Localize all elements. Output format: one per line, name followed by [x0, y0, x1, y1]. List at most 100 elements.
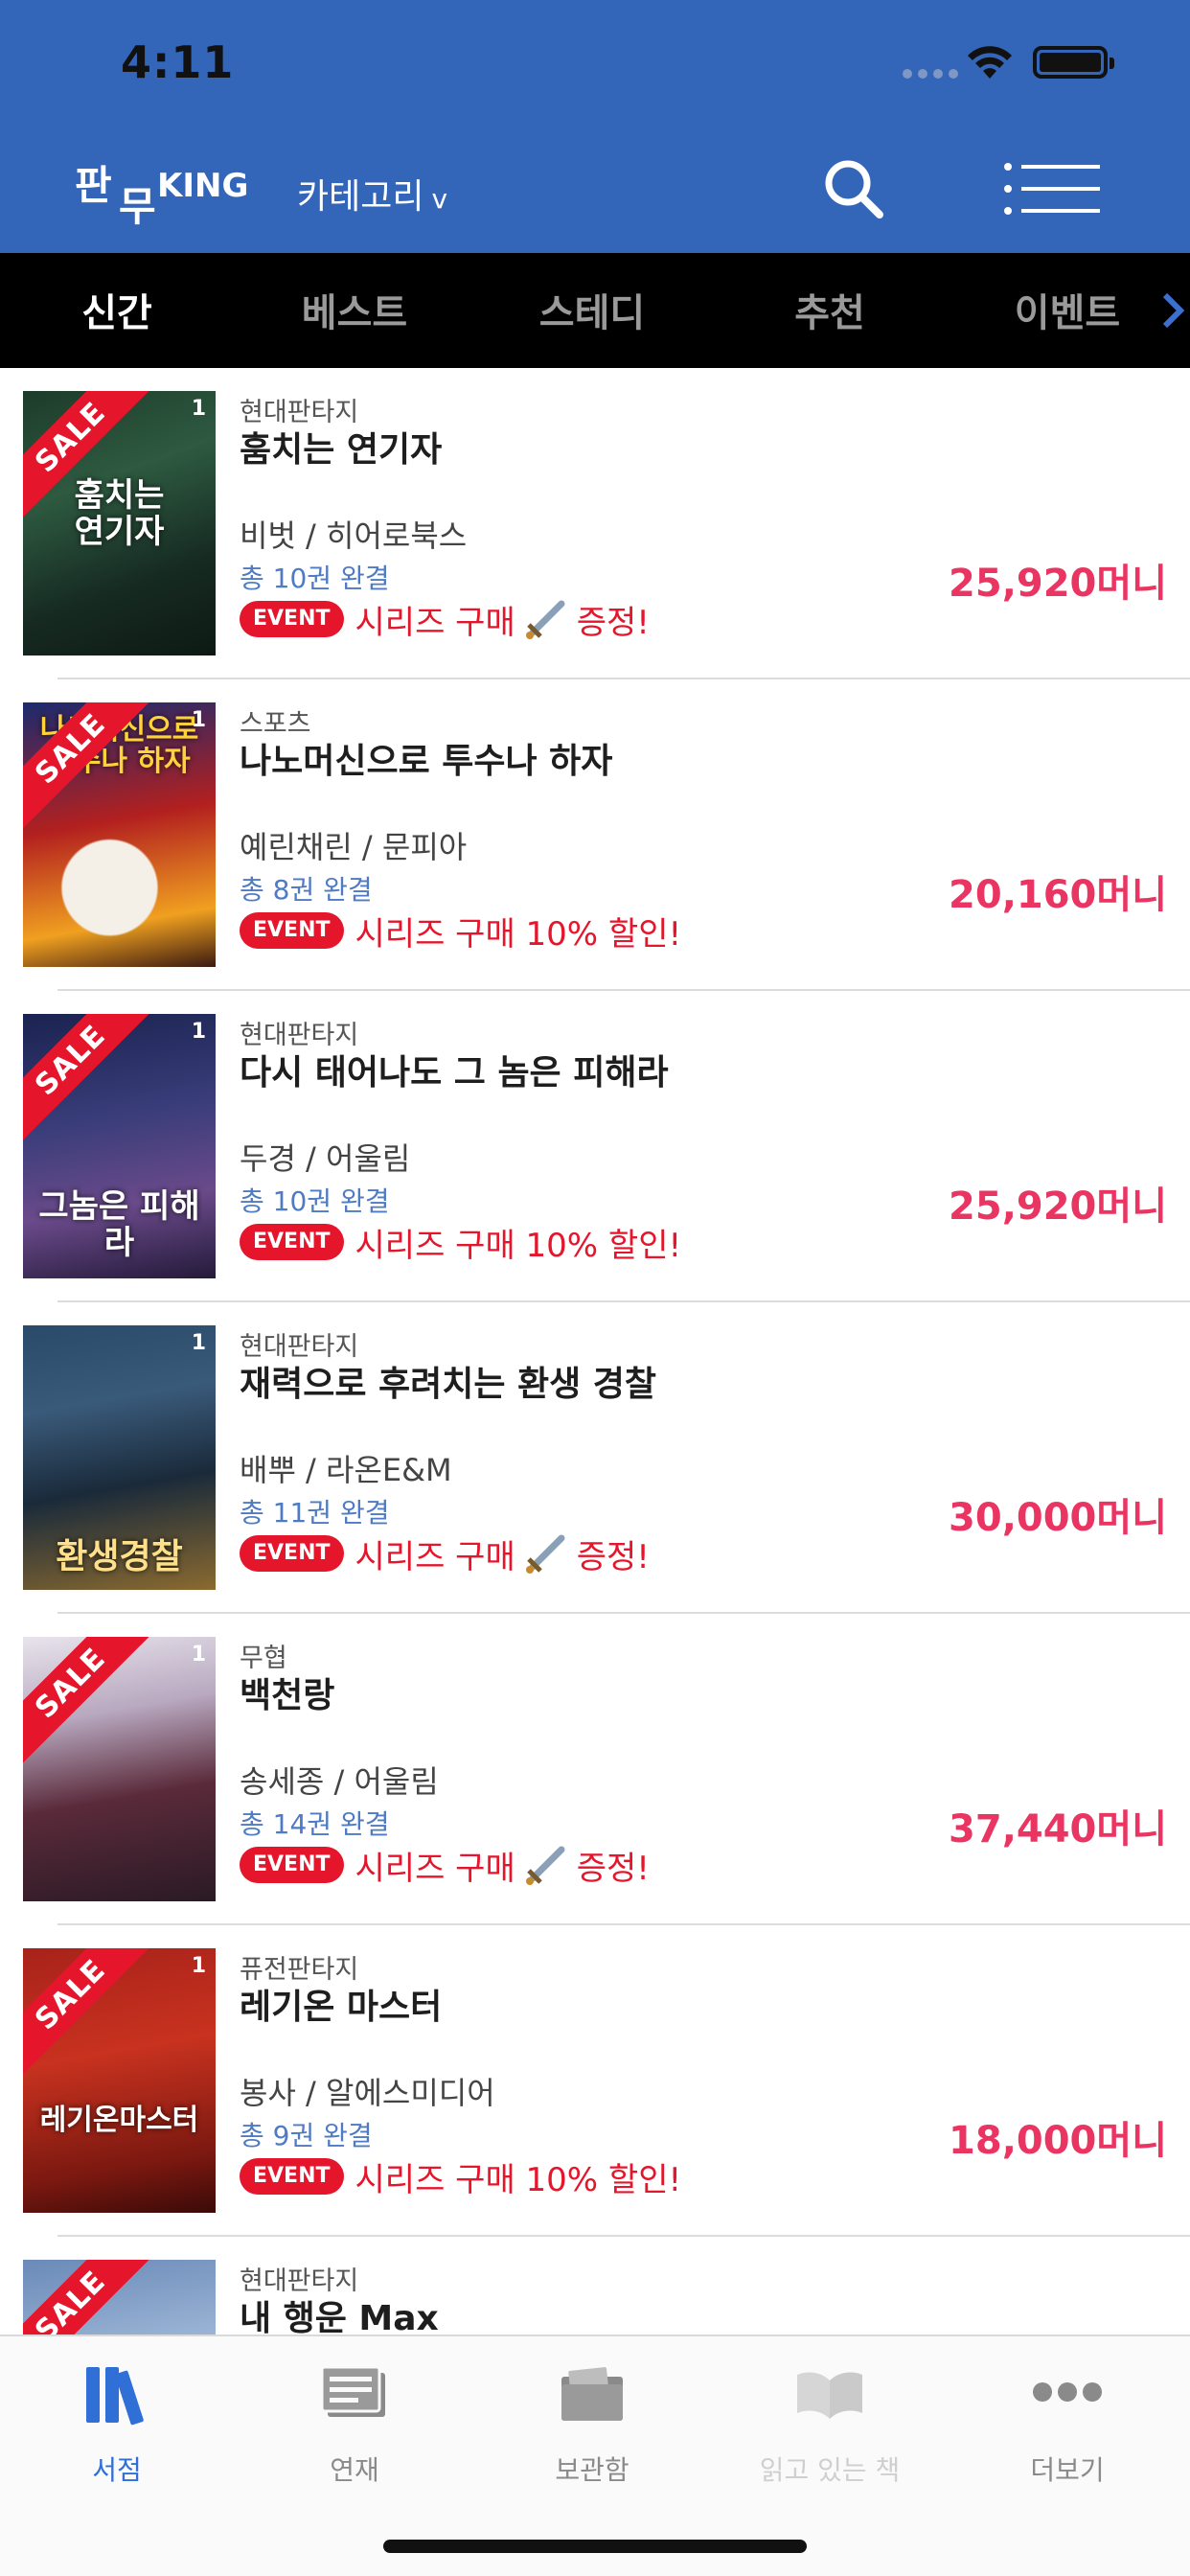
price-unit: 머니: [1096, 1184, 1167, 1229]
book-author-publisher: 비벗 / 히어로북스: [240, 518, 468, 554]
chevron-right-icon[interactable]: [1159, 289, 1186, 332]
event-badge: EVENT: [240, 912, 344, 949]
book-cover: 환생경찰 1: [23, 1325, 216, 1590]
book-cover: 훔치는 연기자 1 SALE: [23, 391, 216, 656]
search-icon[interactable]: [820, 155, 887, 222]
book-author-publisher: 송세종 / 어울림: [240, 1763, 439, 1800]
cover-volume-number: 1: [191, 1954, 206, 1978]
book-title: 나노머신으로 투수나 하자: [240, 742, 613, 781]
event-line: EVENT 시리즈 구매 증정!: [240, 1532, 650, 1576]
book-list-item[interactable]: 1 SALE 무협 백천랑 송세종 / 어울림 총 14권 완결 EVENT 시…: [0, 1614, 1190, 1925]
event-text-suffix: 증정!: [576, 603, 650, 642]
chevron-down-icon: v: [431, 183, 448, 215]
book-title: 재력으로 후려치는 환생 경찰: [240, 1365, 657, 1404]
event-text: 시리즈 구매: [355, 1849, 515, 1888]
event-badge: EVENT: [240, 2158, 344, 2195]
more-icon: [1033, 2382, 1102, 2402]
book-cover: 그놈은 피해라 1 SALE: [23, 1014, 216, 1278]
price-value: 25,920: [949, 562, 1097, 606]
category-tabs: 신간 베스트 스테디 추천 이벤트: [0, 253, 1190, 368]
signal-icon: [903, 69, 958, 79]
event-text-suffix: 증정!: [576, 1849, 650, 1888]
status-time: 4:11: [121, 36, 235, 88]
category-label: 카테고리: [297, 177, 424, 217]
price-unit: 머니: [1096, 562, 1167, 606]
book-volumes: 총 8권 완결: [240, 874, 373, 906]
tab-event[interactable]: 이벤트: [972, 282, 1163, 337]
book-author-publisher: 배뿌 / 라온E&M: [240, 1452, 452, 1488]
event-line: EVENT 시리즈 구매 증정!: [240, 598, 650, 642]
nav-reading[interactable]: 읽고 있는 책: [734, 2361, 926, 2488]
nav-serial[interactable]: 연재: [259, 2361, 450, 2488]
battery-icon: [1033, 46, 1114, 79]
book-title: 레기온 마스터: [240, 1988, 443, 2027]
book-list-item[interactable]: SALE 현대판타지 내 행운 Max: [0, 2237, 1190, 2334]
event-text-suffix: 증정!: [576, 1537, 650, 1576]
category-dropdown[interactable]: 카테고리 v: [297, 169, 447, 218]
price-value: 37,440: [949, 1807, 1097, 1852]
book-list-item[interactable]: 환생경찰 1 현대판타지 재력으로 후려치는 환생 경찰 배뿌 / 라온E&M …: [0, 1302, 1190, 1614]
book-price: 30,000머니: [949, 1486, 1167, 1542]
nav-label: 서점: [92, 2454, 142, 2486]
book-cover: 나노머신으로투수나 하자 1 SALE: [23, 702, 216, 967]
event-text: 시리즈 구매: [355, 603, 515, 642]
logo-text-2: 무: [119, 183, 156, 230]
book-list-item[interactable]: 그놈은 피해라 1 SALE 현대판타지 다시 태어나도 그 놈은 피해라 두경…: [0, 991, 1190, 1302]
event-badge: EVENT: [240, 601, 344, 637]
event-text: 시리즈 구매 10% 할인!: [355, 914, 682, 954]
book-list-item[interactable]: 레기온마스터 1 SALE 퓨전판타지 레기온 마스터 봉사 / 알에스미디어 …: [0, 1925, 1190, 2237]
book-price: 18,000머니: [949, 2109, 1167, 2165]
cover-volume-number: 1: [191, 1643, 206, 1667]
price-value: 25,920: [949, 1184, 1097, 1229]
nav-label: 더보기: [1030, 2454, 1105, 2486]
book-volumes: 총 10권 완결: [240, 563, 390, 594]
book-author-publisher: 두경 / 어울림: [240, 1140, 411, 1177]
bookshelf-icon: [86, 2367, 144, 2426]
book-list-item[interactable]: 훔치는 연기자 1 SALE 현대판타지 훔치는 연기자 비벗 / 히어로북스 총…: [0, 368, 1190, 679]
book-author-publisher: 봉사 / 알에스미디어: [240, 2075, 495, 2111]
book-title: 훔치는 연기자: [240, 430, 443, 470]
app-header: 4:11 판 무 KING 카테고리 v: [0, 0, 1190, 253]
event-text: 시리즈 구매 10% 할인!: [355, 1226, 682, 1265]
folder-icon: [561, 2367, 623, 2421]
book-list-item[interactable]: 나노머신으로투수나 하자 1 SALE 스포츠 나노머신으로 투수나 하자 예린…: [0, 679, 1190, 991]
nav-label: 연재: [330, 2454, 379, 2486]
book-volumes: 총 10권 완결: [240, 1185, 390, 1217]
book-cover: 1 SALE: [23, 1637, 216, 1901]
cover-volume-number: 1: [191, 397, 206, 421]
book-cover: SALE: [23, 2260, 216, 2334]
price-unit: 머니: [1096, 1807, 1167, 1852]
event-line: EVENT 시리즈 구매 10% 할인!: [240, 909, 682, 954]
book-price: 25,920머니: [949, 1175, 1167, 1230]
book-price: 20,160머니: [949, 863, 1167, 919]
event-text: 시리즈 구매 10% 할인!: [355, 2160, 682, 2199]
tab-recommend[interactable]: 추천: [734, 282, 926, 337]
sword-icon: [525, 1534, 565, 1574]
cover-volume-number: 1: [191, 1331, 206, 1355]
nav-bookstore[interactable]: 서점: [21, 2361, 213, 2488]
book-title: 다시 태어나도 그 놈은 피해라: [240, 1053, 669, 1092]
sword-icon: [525, 600, 565, 639]
tab-new[interactable]: 신간: [21, 282, 213, 337]
status-indicators: [903, 42, 1190, 80]
price-value: 30,000: [949, 1496, 1097, 1540]
event-text: 시리즈 구매: [355, 1537, 515, 1576]
event-line: EVENT 시리즈 구매 증정!: [240, 1844, 650, 1888]
tab-best[interactable]: 베스트: [259, 282, 450, 337]
book-author-publisher: 예린채린 / 문피아: [240, 829, 468, 865]
price-value: 18,000: [949, 2119, 1097, 2163]
event-badge: EVENT: [240, 1224, 344, 1260]
book-cover: 레기온마스터 1 SALE: [23, 1948, 216, 2213]
wifi-icon: [968, 46, 1012, 79]
price-unit: 머니: [1096, 2119, 1167, 2163]
price-unit: 머니: [1096, 873, 1167, 917]
tab-steady[interactable]: 스테디: [496, 282, 688, 337]
event-badge: EVENT: [240, 1535, 344, 1572]
logo-text-1: 판: [75, 162, 112, 209]
book-volumes: 총 11권 완결: [240, 1497, 390, 1529]
menu-icon[interactable]: [1004, 163, 1100, 215]
sword-icon: [525, 1846, 565, 1885]
nav-more[interactable]: 더보기: [972, 2361, 1163, 2488]
nav-library[interactable]: 보관함: [496, 2361, 688, 2488]
book-volumes: 총 9권 완결: [240, 2120, 373, 2151]
